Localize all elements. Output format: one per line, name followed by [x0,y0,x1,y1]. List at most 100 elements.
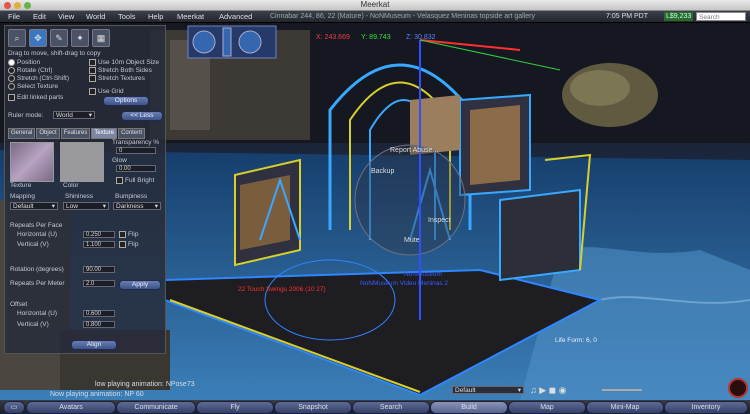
pie-backup[interactable]: Backup [371,168,394,175]
align-button[interactable]: Align [71,340,117,350]
land-tool-icon[interactable]: ▦ [92,29,110,47]
offset-label: Offset [10,301,28,308]
stretch-both-checkbox[interactable]: Stretch Both Sides [89,67,152,74]
repeat-v-label: Vertical (V) [17,241,49,248]
preset-select[interactable]: Default [452,386,524,395]
flip-v-checkbox[interactable]: Flip [119,241,138,248]
mode-position[interactable]: Position [8,59,40,66]
media-controls-icon[interactable]: ♫ ▶ ◼ ◉ [530,385,567,396]
pie-mute[interactable]: Mute [404,237,420,244]
menu-world[interactable]: World [86,11,105,22]
repeats-label: Repeats Per Face [10,222,63,229]
full-bright-checkbox[interactable]: Full Bright [116,177,154,184]
flip-u-checkbox[interactable]: Flip [119,231,138,238]
menu-bar: File Edit View World Tools Help Meerkat … [0,11,750,23]
snapshot-button[interactable]: Snapshot [274,401,352,414]
less-button[interactable]: << Less [121,111,163,121]
repeat-v-input[interactable]: 1.100 [83,241,115,248]
inventory-button[interactable]: Inventory [664,401,748,414]
object-label-blue-2: NoNMuseum Video Meninas 2 [360,280,449,287]
map-button[interactable]: Map [508,401,586,414]
object-label-red: 22 Touch Swings 2006 (10 27) [238,286,326,293]
tab-features[interactable]: Features [60,128,91,139]
offset-v-input[interactable]: 0.800 [83,321,115,328]
create-tool-icon[interactable]: ✦ [71,29,89,47]
location-text[interactable]: Cinnabar 244, 86, 22 (Mature) - NoNMuseu… [270,11,535,22]
position-radio[interactable] [8,59,15,66]
hud-y: Y: 89.743 [361,34,391,41]
communicate-button[interactable]: Communicate [116,401,196,414]
fly-button[interactable]: Fly [196,401,274,414]
mode-rotate[interactable]: Rotate (Ctrl) [8,67,52,74]
tab-content[interactable]: Content [118,128,146,139]
move-tool-icon[interactable]: ✥ [29,29,47,47]
hud-z: Z: 30.832 [406,34,436,41]
offset-u-label: Horizontal (U) [17,310,58,317]
chat-line-1: low playing animation: NPose73 [95,381,195,388]
mini-map-button[interactable]: Mini-Map [586,401,664,414]
avatars-button[interactable]: Avatars [26,401,116,414]
life-form-label: Life Form: 6, 0 [555,337,597,344]
ruler-mode-select[interactable]: World [53,111,95,120]
menu-edit[interactable]: Edit [33,11,46,22]
shininess-label: Shininess [65,193,94,200]
window-title: Meerkat [360,0,390,9]
mapping-select[interactable]: Default [10,202,58,211]
offset-v-label: Vertical (V) [17,321,49,328]
focus-tool-icon[interactable]: ⌕ [8,29,26,47]
volume-slider[interactable] [602,389,642,391]
mode-stretch[interactable]: Stretch (Ctrl-Shift) [8,75,69,82]
menu-meerkat[interactable]: Meerkat [177,11,204,22]
options-button[interactable]: Options [103,96,149,106]
repeat-u-label: Horizontal (U) [17,231,58,238]
build-floater: ⌕ ✥ ✎ ✦ ▦ Drag to move, shift-drag to copy P… [4,25,166,354]
tab-texture[interactable]: Texture [91,128,118,139]
texture-swatch[interactable] [10,142,54,182]
color-swatch[interactable] [60,142,104,182]
menu-help[interactable]: Help [148,11,163,22]
window-titlebar: Meerkat [0,0,750,11]
bumpiness-label: Bumpiness [115,193,148,200]
mode-select-texture[interactable]: Select Texture [8,83,58,90]
balance-badge[interactable]: L$9,233 [664,12,694,21]
search-input[interactable]: Search [696,12,746,21]
select-texture-radio[interactable] [8,83,15,90]
glow-input[interactable]: 0.00 [116,165,156,172]
mapping-label: Mapping [10,193,35,200]
stretch-radio[interactable] [8,75,15,82]
menu-advanced[interactable]: Advanced [219,11,252,22]
shininess-select[interactable]: Low [63,202,109,211]
repeat-u-input[interactable]: 0.250 [83,231,115,238]
hud-x: X: 243.669 [316,34,350,41]
build-tabs: General Object Features Texture Content [8,128,146,139]
repeats-meter-input[interactable]: 2.0 [83,280,115,287]
pie-report-abuse[interactable]: Report Abuse... [390,147,438,154]
build-button[interactable]: Build [430,401,508,414]
apply-button[interactable]: Apply [119,280,161,290]
menu-tools[interactable]: Tools [118,11,136,22]
use-10m-checkbox[interactable]: Use 10m Object Size [89,59,159,66]
menu-file[interactable]: File [8,11,20,22]
pie-inspect[interactable]: Inspect [428,217,451,224]
use-grid-checkbox[interactable]: Use Grid [89,88,124,95]
texture-label: Texture [10,182,32,189]
tab-general[interactable]: General [8,128,36,139]
rotation-input[interactable]: 90.00 [83,266,115,273]
rotate-radio[interactable] [8,67,15,74]
bottom-toolbar: ▭ Avatars Communicate Fly Snapshot Searc… [0,400,750,414]
stretch-textures-checkbox[interactable]: Stretch Textures [89,75,145,82]
edit-linked-checkbox[interactable]: Edit linked parts [8,94,63,101]
edit-tool-icon[interactable]: ✎ [50,29,68,47]
color-label: Color [63,182,79,189]
chat-toggle-button[interactable]: ▭ [3,401,25,414]
search-button[interactable]: Search [352,401,430,414]
bumpiness-select[interactable]: Darkness [113,202,161,211]
menu-view[interactable]: View [58,11,74,22]
transparency-input[interactable]: 0 [116,147,156,154]
chat-line-2: Now playing animation: NP 60 [50,391,144,398]
offset-u-input[interactable]: 0.600 [83,310,115,317]
glow-label: Glow [112,157,127,164]
build-toolbar: ⌕ ✥ ✎ ✦ ▦ [8,29,113,47]
object-label-blue-1: NoNMuseum [404,271,442,278]
tab-object[interactable]: Object [36,128,60,139]
